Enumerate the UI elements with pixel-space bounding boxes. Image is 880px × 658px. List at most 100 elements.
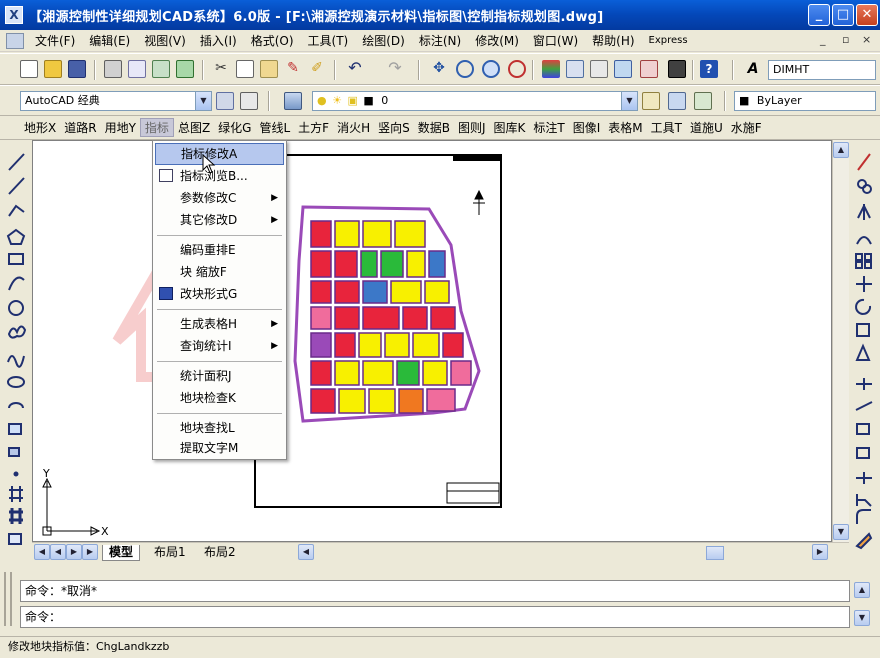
vertical-scrollbar[interactable]: ▲ ▼	[832, 140, 849, 542]
mdi-minimize-button[interactable]: _	[820, 33, 826, 46]
ccss-menu-landuse[interactable]: 用地Y	[101, 119, 140, 136]
ccss-menu-index[interactable]: 指标	[139, 118, 174, 137]
command-input[interactable]: 命令：	[20, 606, 850, 628]
ccss-menu-general[interactable]: 总图Z	[174, 119, 214, 136]
calculator-icon[interactable]	[668, 60, 686, 78]
workspace-settings-icon[interactable]	[216, 92, 234, 110]
menu-item-param-modify[interactable]: 参数修改C ▶	[155, 187, 284, 209]
ccss-menu-library[interactable]: 图库K	[490, 119, 530, 136]
markup-icon[interactable]	[640, 60, 658, 78]
maximize-button[interactable]: □	[832, 4, 854, 26]
workspace-save-icon[interactable]	[240, 92, 258, 110]
ccss-menu-water-works[interactable]: 水施F	[727, 119, 766, 136]
ccss-menu-rules[interactable]: 图则J	[454, 119, 490, 136]
menu-item-generate-table[interactable]: 生成表格H ▶	[155, 313, 284, 335]
prev-tab-button[interactable]: ◀	[50, 544, 66, 560]
minimize-button[interactable]: _	[808, 4, 830, 26]
make-current-layer-icon[interactable]	[642, 92, 660, 110]
menu-item-other-modify[interactable]: 其它修改D ▶	[155, 209, 284, 231]
new-icon[interactable]	[20, 60, 38, 78]
mdi-close-button[interactable]: ×	[862, 33, 871, 46]
horizontal-scroll-thumb[interactable]	[706, 546, 724, 560]
menu-item-renumber[interactable]: 编码重排E	[155, 239, 284, 261]
ccss-menu-annotate[interactable]: 标注T	[529, 119, 568, 136]
redo-icon[interactable]: ↷	[386, 60, 404, 78]
document-icon[interactable]	[6, 32, 24, 49]
cut-icon[interactable]: ✂	[212, 60, 230, 78]
menu-format[interactable]: 格式(O)	[244, 32, 301, 49]
properties-icon[interactable]	[542, 60, 560, 78]
tab-layout2[interactable]: 布局2	[198, 545, 242, 561]
plot-icon[interactable]	[176, 60, 194, 78]
open-icon[interactable]	[44, 60, 62, 78]
undo-icon[interactable]: ↶	[346, 60, 364, 78]
ccss-menu-tools[interactable]: 工具T	[647, 119, 686, 136]
menu-item-parcel-check[interactable]: 地块检查K	[155, 387, 284, 409]
menu-item-index-browse[interactable]: 指标浏览B...	[155, 165, 284, 187]
mdi-restore-button[interactable]: ▫	[842, 33, 849, 46]
workspace-select[interactable]: AutoCAD 经典 ▼	[20, 91, 212, 111]
ccss-menu-image[interactable]: 图像I	[569, 119, 605, 136]
ccss-menu-road[interactable]: 道路R	[60, 119, 100, 136]
menu-dimension[interactable]: 标注(N)	[412, 32, 468, 49]
brush-icon[interactable]: ✐	[308, 60, 326, 78]
menu-item-parcel-find[interactable]: 地块查找L	[155, 417, 284, 439]
sheet-set-icon[interactable]	[614, 60, 632, 78]
dim-style-select[interactable]: DIMHT	[768, 60, 876, 80]
tool-palettes-icon[interactable]	[590, 60, 608, 78]
save-icon[interactable]	[68, 60, 86, 78]
ccss-menu-data[interactable]: 数据B	[414, 119, 454, 136]
paste-icon[interactable]	[260, 60, 278, 78]
layer-previous-icon[interactable]	[668, 92, 686, 110]
command-scroll-down-button[interactable]: ▼	[854, 610, 870, 626]
ccss-menu-terrain[interactable]: 地形X	[20, 119, 60, 136]
publish-icon[interactable]	[152, 60, 170, 78]
design-center-icon[interactable]	[566, 60, 584, 78]
menu-modify[interactable]: 修改(M)	[468, 32, 526, 49]
menu-express[interactable]: Express	[642, 35, 695, 46]
close-button[interactable]: ✕	[856, 4, 878, 26]
scroll-right-button[interactable]: ▶	[812, 544, 828, 560]
scroll-up-button[interactable]: ▲	[833, 142, 849, 158]
zoom-realtime-icon[interactable]	[456, 60, 474, 78]
match-properties-icon[interactable]: ✎	[284, 60, 302, 78]
print-preview-icon[interactable]	[128, 60, 146, 78]
ccss-menu-fire[interactable]: 消火H	[333, 119, 374, 136]
tab-layout1[interactable]: 布局1	[148, 545, 192, 561]
zoom-previous-icon[interactable]	[508, 60, 526, 78]
scroll-down-button[interactable]: ▼	[833, 524, 849, 540]
pan-icon[interactable]: ✥	[430, 60, 448, 78]
menu-file[interactable]: 文件(F)	[28, 32, 82, 49]
text-style-icon[interactable]: A	[744, 60, 762, 78]
ccss-menu-earthwork[interactable]: 土方F	[294, 119, 333, 136]
ccss-menu-green[interactable]: 绿化G	[214, 119, 255, 136]
menu-item-change-block-form[interactable]: 改块形式G	[155, 283, 284, 305]
menu-view[interactable]: 视图(V)	[137, 32, 193, 49]
menu-item-extract-text[interactable]: 提取文字M	[155, 437, 284, 459]
menu-window[interactable]: 窗口(W)	[526, 32, 585, 49]
menu-edit[interactable]: 编辑(E)	[82, 32, 137, 49]
layer-manager-icon[interactable]	[284, 92, 302, 110]
tab-model[interactable]: 模型	[102, 545, 141, 561]
ccss-menu-road-works[interactable]: 道施U	[686, 119, 727, 136]
next-tab-button[interactable]: ▶	[66, 544, 82, 560]
menu-draw[interactable]: 绘图(D)	[355, 32, 412, 49]
color-select[interactable]: ■ ByLayer	[734, 91, 876, 111]
ccss-menu-table[interactable]: 表格M	[604, 119, 646, 136]
menu-insert[interactable]: 插入(I)	[193, 32, 244, 49]
layer-state-icon[interactable]	[694, 92, 712, 110]
ccss-menu-pipeline[interactable]: 管线L	[255, 119, 294, 136]
copy-icon[interactable]	[236, 60, 254, 78]
ccss-menu-vertical[interactable]: 竖向S	[374, 119, 414, 136]
first-tab-button[interactable]: ◀	[34, 544, 50, 560]
menu-item-block-scale[interactable]: 块 缩放F	[155, 261, 284, 283]
scroll-left-button[interactable]: ◀	[298, 544, 314, 560]
menu-item-index-modify[interactable]: 指标修改A	[155, 143, 284, 165]
menu-help[interactable]: 帮助(H)	[585, 32, 641, 49]
menu-item-area-stats[interactable]: 统计面积J	[155, 365, 284, 387]
layer-select[interactable]: ● ☀ ▣ ■ 0 ▼	[312, 91, 638, 111]
command-scroll-up-button[interactable]: ▲	[854, 582, 870, 598]
last-tab-button[interactable]: ▶	[82, 544, 98, 560]
zoom-window-icon[interactable]	[482, 60, 500, 78]
app-icon[interactable]: X	[5, 6, 23, 24]
